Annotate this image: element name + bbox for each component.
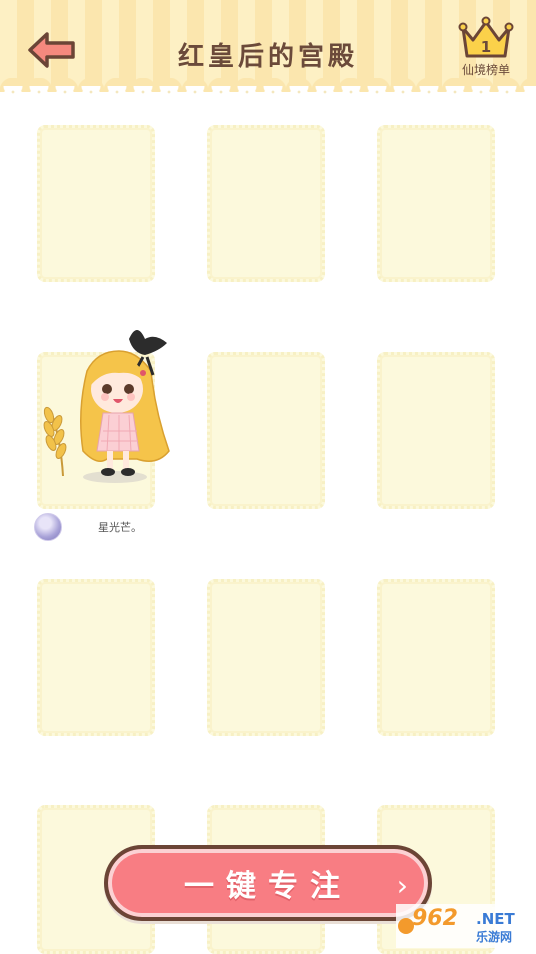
watermark-main: 962	[412, 906, 458, 931]
one-click-focus-button[interactable]: 一键专注 ›	[104, 845, 432, 921]
display-frame[interactable]	[377, 352, 495, 509]
doll-character-icon	[43, 330, 170, 483]
display-frame-occupied[interactable]	[37, 330, 170, 509]
focus-button-label: 一键专注	[184, 869, 352, 904]
chevron-right-icon: ›	[396, 869, 408, 902]
watermark-net: .NET	[476, 910, 515, 928]
palace-grid: 星光芒。	[0, 0, 536, 954]
display-frame[interactable]	[37, 579, 155, 736]
display-frame[interactable]	[377, 125, 495, 282]
display-frame[interactable]	[207, 125, 325, 282]
owner-name: 星光芒。	[98, 521, 142, 534]
frame-owner[interactable]: 星光芒。	[34, 513, 142, 541]
watermark-logo: 962 .NET 乐游网	[396, 904, 528, 948]
watermark-sub: 乐游网	[476, 930, 513, 944]
wheat-icon	[43, 406, 67, 477]
display-frame[interactable]	[207, 352, 325, 509]
avatar-icon	[34, 513, 62, 541]
display-frame[interactable]	[207, 579, 325, 736]
display-frame[interactable]	[377, 579, 495, 736]
display-frame[interactable]	[37, 125, 155, 282]
